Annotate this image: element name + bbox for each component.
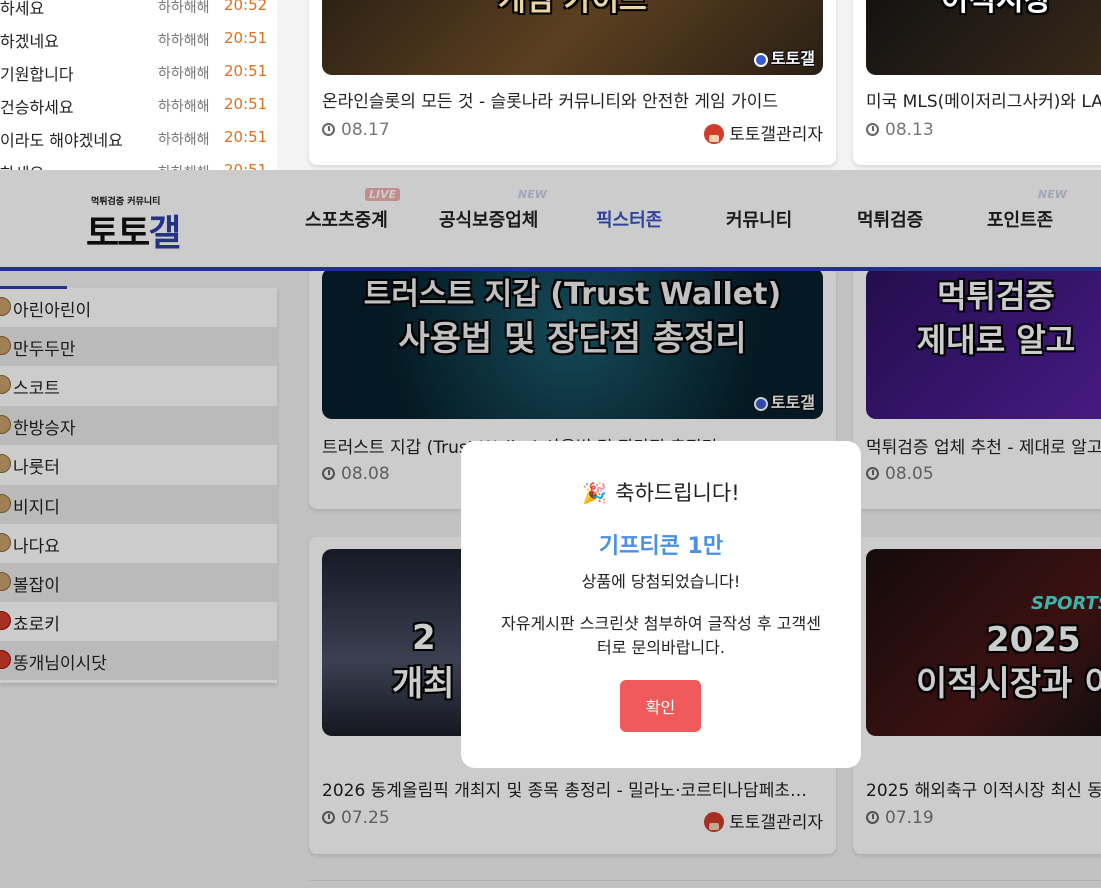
chat-message: 건승하세요 bbox=[0, 98, 74, 117]
thumbnail-caption: 게임 가이드 bbox=[498, 0, 647, 18]
post-title[interactable]: 미국 MLS(메이저리그사커)와 LAF bbox=[866, 87, 1101, 112]
chat-nickname: 하하해해 bbox=[158, 162, 210, 170]
confirm-button[interactable]: 확인 bbox=[620, 680, 701, 732]
post-date-text: 08.13 bbox=[885, 120, 934, 140]
author-avatar-icon bbox=[704, 124, 725, 144]
chat-row[interactable]: 이라도 해야겠네요 하하해해 20:51 bbox=[0, 120, 277, 153]
chat-time: 20:51 bbox=[224, 161, 268, 170]
post-thumbnail[interactable]: 게임 가이드 토토갤 bbox=[322, 0, 823, 75]
chat-time: 20:52 bbox=[224, 0, 268, 14]
post-thumbnail[interactable]: 이적시장 bbox=[866, 0, 1101, 75]
chat-row[interactable]: 하세요 하하해해 20:51 bbox=[0, 153, 277, 170]
modal-title: 🎉 축하드립니다! bbox=[461, 477, 861, 507]
prize-modal: 🎉 축하드립니다! 기프티콘 1만 상품에 당첨되었습니다! 자유게시판 스크린샷… bbox=[461, 441, 861, 768]
post-author[interactable]: 토토갤관리자 bbox=[704, 120, 823, 145]
post-title[interactable]: 온라인슬롯의 모든 것 - 슬롯나라 커뮤니티와 안전한 게임 가이드 bbox=[322, 87, 823, 112]
chat-panel: 하세요 하하해해 20:52 하겠네요 하하해해 20:51 기원합니다 하하해… bbox=[0, 0, 277, 170]
chat-time: 20:51 bbox=[224, 62, 268, 80]
chat-nickname: 하하해해 bbox=[158, 99, 210, 115]
clock-icon bbox=[866, 123, 879, 136]
modal-message: 상품에 당첨되었습니다! bbox=[581, 572, 741, 591]
thumbnail-caption: 이적시장 bbox=[940, 0, 1052, 18]
chat-message: 하겠네요 bbox=[0, 32, 59, 51]
modal-prize: 기프티콘 1만 bbox=[598, 534, 724, 559]
post-date: 08.13 bbox=[866, 120, 934, 140]
chat-nickname: 하하해해 bbox=[158, 132, 210, 148]
chat-message: 기원합니다 bbox=[0, 65, 74, 84]
modal-description: 자유게시판 스크린샷 첨부하여 글작성 후 고객센터로 문의바랍니다. bbox=[501, 614, 821, 657]
post-card[interactable]: 게임 가이드 토토갤 온라인슬롯의 모든 것 - 슬롯나라 커뮤니티와 안전한 … bbox=[309, 0, 836, 165]
chat-message: 하세요 bbox=[0, 0, 45, 18]
chat-row[interactable]: 기원합니다 하하해해 20:51 bbox=[0, 54, 277, 87]
chat-message: 하세요 bbox=[0, 160, 44, 170]
chat-nickname: 하하해해 bbox=[158, 66, 210, 82]
post-date: 08.17 bbox=[322, 120, 390, 140]
post-card[interactable]: 이적시장 미국 MLS(메이저리그사커)와 LAF 08.13 bbox=[853, 0, 1101, 165]
modal-title-text: 축하드립니다! bbox=[615, 481, 740, 505]
watermark-logo: 토토갤 bbox=[753, 45, 815, 69]
logo-icon bbox=[753, 53, 768, 67]
chat-time: 20:51 bbox=[224, 29, 268, 47]
chat-time: 20:51 bbox=[224, 95, 268, 113]
chat-row[interactable]: 건승하세요 하하해해 20:51 bbox=[0, 87, 277, 120]
author-name: 토토갤관리자 bbox=[729, 125, 823, 145]
chat-nickname: 하하해해 bbox=[158, 33, 210, 49]
chat-time: 20:51 bbox=[224, 128, 268, 146]
watermark-text: 토토갤 bbox=[770, 49, 815, 68]
chat-row[interactable]: 하세요 하하해해 20:52 bbox=[0, 0, 277, 21]
chat-nickname: 하하해해 bbox=[158, 0, 210, 16]
clock-icon bbox=[322, 123, 335, 136]
party-popper-icon: 🎉 bbox=[582, 481, 608, 505]
chat-message: 이라도 해야겠네요 bbox=[0, 131, 123, 150]
post-date-text: 08.17 bbox=[341, 120, 390, 140]
chat-row[interactable]: 하겠네요 하하해해 20:51 bbox=[0, 21, 277, 54]
